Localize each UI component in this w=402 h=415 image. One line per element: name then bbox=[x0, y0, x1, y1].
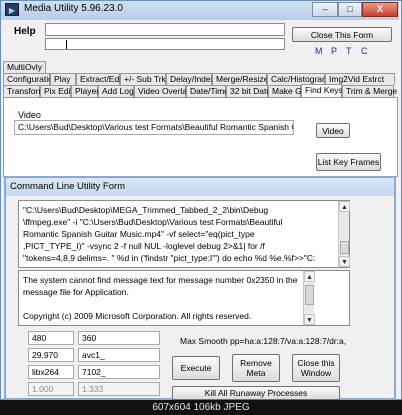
scroll-up-icon[interactable]: ▲ bbox=[304, 271, 315, 282]
menu-help[interactable]: Help bbox=[14, 26, 36, 37]
tab-make-gif[interactable]: Make Gif bbox=[268, 85, 306, 97]
tab-add-logo[interactable]: Add Logo bbox=[98, 85, 138, 97]
execute-button[interactable]: Execute bbox=[172, 356, 220, 380]
max-smooth-label: Max Smooth pp=ha:a:128:7/va:a:128:7/dr:a… bbox=[180, 336, 347, 346]
scroll-down-icon[interactable]: ▼ bbox=[339, 256, 350, 267]
output-line: message file for Application. bbox=[23, 287, 129, 297]
command-scrollbar[interactable]: ▲ ▼ bbox=[338, 201, 350, 267]
top-textbox-1[interactable] bbox=[45, 23, 285, 36]
text-cursor bbox=[66, 40, 67, 49]
command-line: \ffmpeg.exe" -i "C:\Users\Bud\Desktop\Va… bbox=[23, 217, 283, 227]
tab-date-time[interactable]: Date/Time bbox=[186, 85, 229, 97]
height-field[interactable]: 360 bbox=[78, 331, 160, 345]
scroll-thumb[interactable] bbox=[340, 241, 349, 254]
letter-c[interactable]: C bbox=[361, 46, 368, 56]
tab-row-2: Transform Pix Edit Player Add Logo Video… bbox=[3, 84, 397, 97]
video-path-input[interactable]: C:\Users\Bud\Desktop\Various test Format… bbox=[14, 120, 294, 135]
tab-find-keys[interactable]: Find Keys bbox=[301, 84, 343, 97]
maximize-button[interactable]: □ bbox=[338, 2, 362, 17]
tab-row-0: MultiOvly bbox=[3, 61, 46, 73]
command-line: ,PICT_TYPE_I)" -vsync 2 -f null NUL -log… bbox=[23, 241, 265, 251]
tab-trim-merge[interactable]: Trim & Merge bbox=[342, 85, 397, 97]
video-browse-button[interactable]: Video bbox=[316, 123, 350, 138]
tab-merge-resize[interactable]: Merge/Resize bbox=[212, 73, 268, 85]
aspect-field: 1.333 bbox=[78, 382, 160, 396]
command-textbox[interactable]: "C:\Users\Bud\Desktop\MEGA_Trimmed_Tabbe… bbox=[18, 200, 350, 268]
tab-sub-trk[interactable]: +/- Sub Trk bbox=[120, 73, 166, 85]
close-button[interactable]: X bbox=[362, 2, 398, 17]
tab-video-overlay[interactable]: Video Overlay bbox=[134, 85, 191, 97]
scroll-down-icon[interactable]: ▼ bbox=[304, 314, 315, 325]
output-line: The system cannot find message text for … bbox=[23, 275, 298, 285]
tab-play[interactable]: Play bbox=[50, 73, 76, 85]
image-info-bar: 607x604 106kb JPEG bbox=[0, 400, 402, 415]
command-line: "tokens=4,8,9 delims=. " %d in ('findstr… bbox=[23, 253, 316, 263]
scroll-thumb[interactable] bbox=[305, 285, 314, 305]
tab-pix-edit[interactable]: Pix Edit bbox=[40, 85, 73, 97]
video-label: Video bbox=[18, 110, 41, 120]
tab-extract-edit[interactable]: Extract/Edit bbox=[76, 73, 123, 85]
framerate-field[interactable]: 29.970 bbox=[28, 348, 74, 362]
command-line: Romantic Spanish Guitar Music.mp4" -vf s… bbox=[23, 229, 255, 239]
app-icon: ▶ bbox=[5, 3, 19, 16]
command-line: "C:\Users\Bud\Desktop\MEGA_Trimmed_Tabbe… bbox=[23, 205, 269, 215]
cli-dialog: Command Line Utility Form "C:\Users\Bud\… bbox=[4, 176, 396, 400]
letter-m[interactable]: M bbox=[315, 46, 323, 56]
scroll-up-icon[interactable]: ▲ bbox=[339, 201, 350, 212]
remove-meta-button[interactable]: Remove Meta bbox=[232, 354, 280, 382]
cli-dialog-title: Command Line Utility Form bbox=[10, 181, 126, 192]
letter-t[interactable]: T bbox=[346, 46, 352, 56]
close-window-button[interactable]: Close this Window bbox=[292, 354, 340, 382]
output-line: Copyright (c) 2009 Microsoft Corporation… bbox=[23, 311, 252, 321]
tab-delay-index[interactable]: Delay/Index bbox=[166, 73, 215, 85]
top-textbox-2[interactable] bbox=[45, 38, 285, 50]
letter-p[interactable]: P bbox=[331, 46, 337, 56]
bitrate-field[interactable]: 7102_ bbox=[78, 365, 160, 379]
tab-transform[interactable]: Transform bbox=[3, 85, 45, 97]
scale-field: 1.000 bbox=[28, 382, 74, 396]
tab-32bit-date[interactable]: 32 bit Date bbox=[226, 85, 271, 97]
width-field[interactable]: 480 bbox=[28, 331, 74, 345]
encoder-field[interactable]: libx264 bbox=[28, 365, 74, 379]
tab-player[interactable]: Player bbox=[71, 85, 99, 97]
window-title: Media Utility 5.96.23.0 bbox=[24, 3, 123, 14]
close-form-button[interactable]: Close This Form bbox=[292, 27, 392, 42]
tab-configuration[interactable]: Configuration bbox=[3, 73, 58, 85]
tab-multiovly[interactable]: MultiOvly bbox=[3, 61, 46, 73]
kill-processes-button[interactable]: Kill All Runaway Processes bbox=[172, 386, 340, 400]
codec-field[interactable]: avc1_ bbox=[78, 348, 160, 362]
output-scrollbar[interactable]: ▲ ▼ bbox=[303, 271, 315, 325]
output-textbox[interactable]: The system cannot find message text for … bbox=[18, 270, 350, 326]
list-key-frames-button[interactable]: List Key Frames bbox=[316, 153, 381, 171]
minimize-button[interactable]: – bbox=[312, 2, 338, 17]
